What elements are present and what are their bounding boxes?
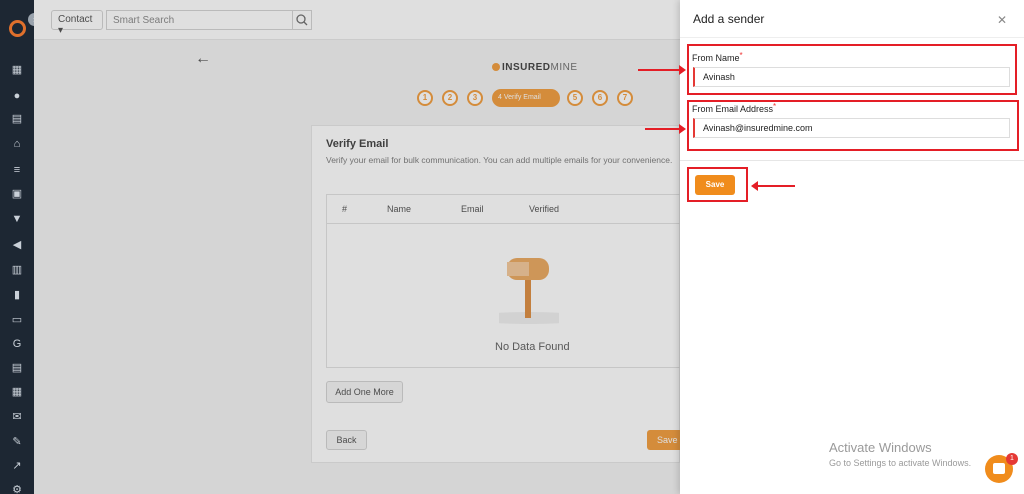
search-icon (296, 14, 308, 26)
card-title: Verify Email (326, 138, 389, 150)
carriers-icon[interactable]: ⌂ (11, 138, 23, 150)
column-header: Email (461, 204, 484, 214)
annotation-arrow (638, 65, 686, 75)
mailbox-icon (499, 258, 559, 324)
step-1[interactable]: 1 (417, 90, 433, 106)
back-button[interactable]: Back (326, 430, 367, 450)
reports-icon[interactable]: ▮ (11, 289, 23, 301)
empty-state-text: No Data Found (495, 341, 570, 353)
step-4-active[interactable]: 4 Verify Email (492, 89, 560, 107)
activate-windows-title: Activate Windows (829, 440, 932, 455)
contact-select[interactable]: Contact ▾ (51, 10, 103, 36)
signature-icon[interactable]: ✎ (11, 436, 23, 448)
verify-email-card: Verify Email Verify your email for bulk … (311, 125, 681, 463)
contacts-icon[interactable]: ● (11, 90, 23, 102)
drawer-header: Add a sender ✕ (680, 0, 1024, 38)
card-subtitle: Verify your email for bulk communication… (326, 155, 673, 165)
app-logo[interactable] (9, 20, 26, 37)
dashboard-icon[interactable]: ▦ (11, 64, 23, 76)
notes-icon[interactable]: ▥ (11, 264, 23, 276)
activate-windows-subtitle: Go to Settings to activate Windows. (829, 458, 972, 468)
chat-icon (993, 463, 1005, 474)
search-button[interactable] (292, 10, 312, 30)
funnel-icon[interactable]: ▼ (11, 213, 23, 225)
smart-search-input[interactable] (106, 10, 292, 30)
profile-icon[interactable]: ▣ (11, 188, 23, 200)
step-5[interactable]: 5 (567, 90, 583, 106)
brand-logo: INSUREDMINE (492, 62, 578, 73)
column-header: Verified (529, 204, 560, 214)
annotation-arrow (645, 124, 686, 134)
close-icon[interactable]: ✕ (997, 13, 1007, 27)
tasks-icon[interactable]: ▤ (11, 362, 23, 374)
senders-table: # Name Email Verified No Data Found (326, 194, 681, 368)
step-3[interactable]: 3 (467, 90, 483, 106)
mail-icon[interactable]: ✉ (11, 411, 23, 423)
annotation-arrow (751, 181, 795, 191)
settings-icon[interactable]: ⚙ (11, 484, 23, 494)
folder-icon[interactable]: ▭ (11, 314, 23, 326)
chat-notification-badge: 1 (1006, 453, 1018, 465)
add-one-more-button[interactable]: Add One More (326, 381, 403, 403)
card-save-button[interactable]: Save (647, 430, 681, 450)
step-6[interactable]: 6 (592, 90, 608, 106)
step-7[interactable]: 7 (617, 90, 633, 106)
campaign-icon[interactable]: ◀ (11, 239, 23, 251)
column-header: Name (387, 204, 412, 214)
back-arrow-icon[interactable]: ← (195, 50, 211, 68)
column-header: # (342, 204, 348, 214)
google-icon[interactable]: G (11, 338, 23, 350)
calendar-icon[interactable]: ▦ (11, 386, 23, 398)
documents-icon[interactable]: ▤ (11, 113, 23, 125)
annotation-box-from-name (687, 44, 1017, 95)
drawer-title: Add a sender (693, 12, 765, 26)
sidebar: › ▦ ● ▤ ⌂ ≡ ▣ ▼ ◀ ▥ ▮ ▭ G ▤ ▦ ✉ ✎ ↗ ⚙ (0, 0, 41, 494)
analytics-icon[interactable]: ↗ (11, 460, 23, 472)
step-2[interactable]: 2 (442, 90, 458, 106)
annotation-box-from-email (687, 100, 1019, 151)
annotation-box-save (687, 167, 748, 202)
list-icon[interactable]: ≡ (11, 164, 23, 176)
divider (680, 160, 1024, 161)
